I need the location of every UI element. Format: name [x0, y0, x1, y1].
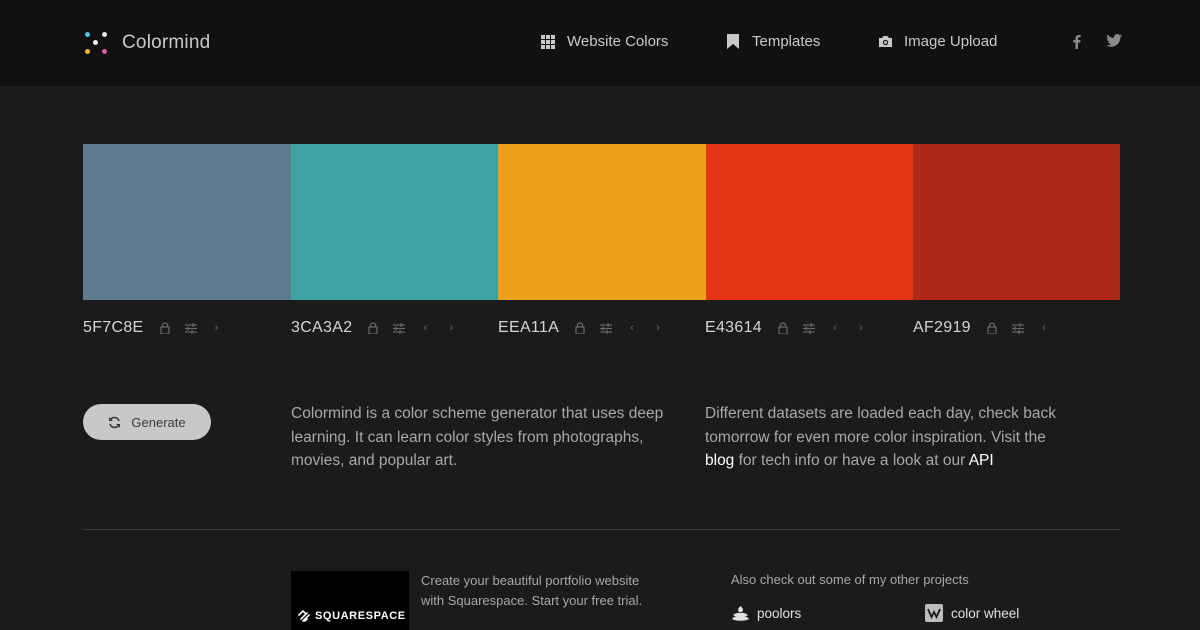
poolors-icon: [731, 604, 749, 622]
nav-image-upload[interactable]: Image Upload: [877, 33, 997, 50]
squarespace-icon: [298, 610, 310, 622]
swatch-controls-1: 5F7C8E ›: [83, 318, 236, 338]
project-label: poolors: [757, 605, 802, 621]
lock-icon[interactable]: [366, 321, 380, 335]
twitter-icon[interactable]: [1106, 34, 1122, 50]
bookmark-icon: [725, 34, 741, 50]
datasets-text-middle: for tech info or have a look at our: [738, 452, 966, 469]
api-link[interactable]: API: [969, 452, 994, 469]
logo[interactable]: Colormind: [83, 30, 210, 56]
chevron-left-icon[interactable]: ‹: [1037, 321, 1051, 335]
intro-paragraph: Colormind is a color scheme generator th…: [291, 405, 664, 469]
chevron-right-icon[interactable]: ›: [210, 321, 224, 335]
swatch-controls-5: AF2919 ‹: [913, 318, 1063, 338]
color-swatch-3[interactable]: [498, 144, 706, 300]
other-projects-heading: Also check out some of my other projects: [731, 572, 969, 587]
nav-label: Website Colors: [567, 33, 669, 50]
lock-icon[interactable]: [985, 321, 999, 335]
refresh-icon: [108, 416, 121, 429]
nav-website-colors[interactable]: Website Colors: [540, 33, 668, 50]
section-divider: [83, 529, 1120, 530]
project-color-wheel[interactable]: color wheel: [925, 604, 1019, 622]
color-palette: [83, 144, 1120, 300]
hex-code[interactable]: AF2919: [913, 319, 971, 337]
chevron-left-icon[interactable]: ‹: [828, 321, 842, 335]
nav-label: Templates: [752, 33, 821, 50]
swatch-controls-2: 3CA3A2 ‹ ›: [291, 318, 470, 338]
chevron-left-icon[interactable]: ‹: [625, 321, 639, 335]
camera-icon: [877, 34, 893, 50]
chevron-right-icon[interactable]: ›: [651, 321, 665, 335]
chevron-left-icon[interactable]: ‹: [418, 321, 432, 335]
squarespace-wordmark: SQUARESPACE: [315, 610, 406, 622]
project-poolors[interactable]: poolors: [731, 604, 801, 622]
top-navigation-bar: Colormind Website Colors Templates Image…: [0, 0, 1200, 86]
adjust-sliders-icon[interactable]: [184, 321, 198, 335]
hex-code[interactable]: EEA11A: [498, 319, 559, 337]
color-swatch-4[interactable]: [706, 144, 913, 300]
project-label: color wheel: [951, 605, 1020, 621]
adjust-sliders-icon[interactable]: [599, 321, 613, 335]
color-swatch-1[interactable]: [83, 144, 291, 300]
ad-text[interactable]: Create your beautiful portfolio website …: [421, 571, 651, 611]
lock-icon[interactable]: [573, 321, 587, 335]
chevron-right-icon[interactable]: ›: [444, 321, 458, 335]
chevron-right-icon[interactable]: ›: [854, 321, 868, 335]
color-swatch-5[interactable]: [913, 144, 1120, 300]
adjust-sliders-icon[interactable]: [802, 321, 816, 335]
generate-button[interactable]: Generate: [83, 404, 211, 440]
squarespace-logo: SQUARESPACE: [297, 610, 406, 622]
swatch-controls-3: EEA11A ‹ ›: [498, 318, 677, 338]
grid-icon: [540, 34, 556, 50]
color-swatch-2[interactable]: [291, 144, 498, 300]
swatch-controls-4: E43614 ‹ ›: [705, 318, 880, 338]
nav-templates[interactable]: Templates: [725, 33, 820, 50]
adjust-sliders-icon[interactable]: [1011, 321, 1025, 335]
datasets-paragraph: Different datasets are loaded each day, …: [705, 402, 1075, 473]
facebook-icon[interactable]: [1068, 34, 1084, 50]
squarespace-ad-image[interactable]: SQUARESPACE: [291, 571, 409, 630]
hex-code[interactable]: 5F7C8E: [83, 319, 144, 337]
brand-name: Colormind: [122, 32, 211, 53]
lock-icon[interactable]: [776, 321, 790, 335]
generate-label: Generate: [131, 414, 186, 430]
colormind-logo-icon: [83, 30, 109, 56]
datasets-text: Different datasets are loaded each day, …: [705, 405, 1056, 446]
color-wheel-icon: [925, 604, 943, 622]
adjust-sliders-icon[interactable]: [392, 321, 406, 335]
nav-label: Image Upload: [904, 33, 998, 50]
lock-icon[interactable]: [158, 321, 172, 335]
hex-code[interactable]: 3CA3A2: [291, 319, 352, 337]
hex-code[interactable]: E43614: [705, 319, 762, 337]
blog-link[interactable]: blog: [705, 452, 734, 469]
